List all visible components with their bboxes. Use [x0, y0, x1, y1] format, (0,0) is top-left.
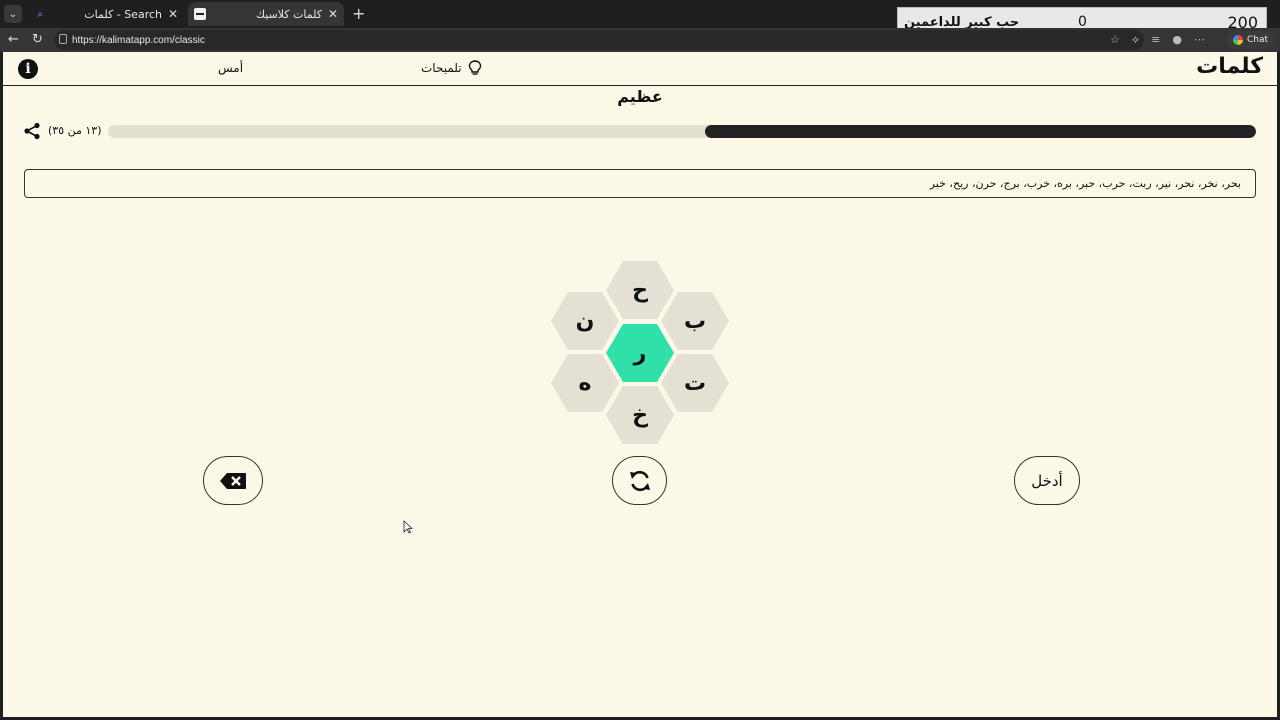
menu-list-icon[interactable]: ≡ [1151, 33, 1160, 47]
shuffle-button[interactable] [612, 456, 667, 505]
share-icon[interactable] [23, 122, 41, 140]
browser-tab-active[interactable]: كلمات كلاسيك ✕ [188, 2, 344, 26]
mouse-cursor-icon [403, 520, 413, 534]
close-icon[interactable]: ✕ [166, 7, 180, 21]
yesterday-link[interactable]: أمس [218, 61, 243, 75]
letter-tile-top-left[interactable]: ن [551, 292, 619, 350]
tab-title: كلمات كلاسيك [255, 7, 322, 21]
found-words-box[interactable]: بحر، نخر، نحر، نير، ربت، حرب، حبر، بره، … [24, 169, 1256, 198]
letter-tile-bottom[interactable]: خ [606, 386, 674, 444]
more-icon[interactable]: ⋯ [1194, 33, 1205, 47]
enter-button[interactable]: أدخل [1014, 456, 1080, 505]
letter-tile-bottom-right[interactable]: ت [661, 354, 729, 412]
letter-tile-bottom-left[interactable]: ه [551, 354, 619, 412]
site-header: i أمس تلميحات كلمات [3, 52, 1277, 86]
search-icon: ⌕ [37, 8, 43, 20]
star-icon[interactable]: ☆ [1110, 33, 1120, 47]
shuffle-icon [629, 470, 650, 491]
site-favicon [194, 8, 206, 20]
back-arrow-icon[interactable]: ← [8, 32, 19, 47]
close-icon[interactable]: ✕ [326, 7, 340, 21]
delete-button[interactable] [203, 456, 263, 505]
tab-list-button[interactable]: ⌄ [4, 5, 22, 23]
chat-button[interactable]: Chat [1226, 31, 1274, 49]
address-bar-row: ← ↻ https://kalimatapp.com/classic ☆ ⟡ ≡… [0, 28, 1280, 52]
hints-label: تلميحات [421, 61, 462, 75]
letter-hive: ح ب ت خ ه ن ر [3, 52, 1277, 717]
info-icon[interactable]: i [18, 59, 38, 79]
rank-title: عظيم [617, 87, 663, 106]
hints-button[interactable]: تلميحات [421, 60, 482, 76]
progress-bar-fill [704, 125, 1256, 138]
extensions-icon[interactable]: ⟡ [1132, 33, 1139, 47]
lock-icon [59, 34, 67, 44]
site-logo[interactable]: كلمات [1196, 54, 1263, 79]
url-text: https://kalimatapp.com/classic [72, 34, 205, 46]
game-page: i أمس تلميحات كلمات عظيم (١٣ من ٣٥) بحر،… [3, 52, 1277, 717]
browser-tab-search[interactable]: ⌕ كلمات - Search ✕ [28, 2, 184, 26]
progress-count: (١٣ من ٣٥) [48, 124, 102, 137]
chat-icon [1232, 35, 1243, 45]
chat-label: Chat [1246, 35, 1268, 45]
found-words-list: بحر، نخر، نحر، نير، ربت، حرب، حبر، بره، … [929, 177, 1241, 190]
reload-icon[interactable]: ↻ [32, 32, 43, 47]
new-tab-button[interactable]: + [352, 4, 365, 23]
letter-tile-top-right[interactable]: ب [661, 292, 729, 350]
lightbulb-icon [468, 60, 481, 75]
profile-icon[interactable]: ● [1172, 33, 1182, 47]
tab-title: كلمات - Search [84, 7, 162, 21]
backspace-icon [220, 472, 246, 489]
progress-bar [108, 125, 1256, 138]
letter-tile-top[interactable]: ح [606, 261, 674, 319]
toolbar-icons: ☆ ⟡ ≡ ● ⋯ [1110, 33, 1205, 47]
letter-tile-center[interactable]: ر [606, 324, 674, 382]
url-field[interactable]: https://kalimatapp.com/classic [54, 30, 1144, 50]
